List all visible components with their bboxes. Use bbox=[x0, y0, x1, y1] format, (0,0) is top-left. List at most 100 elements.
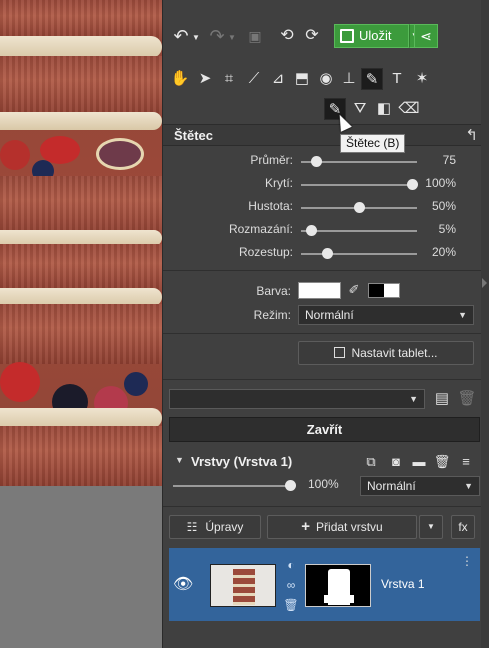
adjust-label: Úpravy bbox=[205, 520, 244, 534]
slider-label: Rozestup: bbox=[238, 245, 293, 259]
rotate-right-icon[interactable]: ⟳ bbox=[301, 24, 323, 48]
slider-label: Průměr: bbox=[250, 153, 293, 167]
save-label: Uložit bbox=[359, 28, 392, 43]
duplicate-layer-icon[interactable]: ⧉ bbox=[362, 453, 380, 471]
mask-toggle-icon[interactable]: ◐ bbox=[283, 558, 299, 572]
save-preset-icon[interactable]: ▤ bbox=[431, 388, 453, 410]
delete-layer-icon[interactable]: 🗑 bbox=[433, 453, 451, 471]
eye-icon[interactable]: 👁 bbox=[173, 574, 193, 594]
reset-icon[interactable]: ↰ bbox=[465, 126, 478, 144]
slider-knob[interactable] bbox=[311, 156, 323, 167]
redo-dropdown-icon[interactable]: ▼ bbox=[227, 26, 237, 50]
blend-mode-value: Normální bbox=[305, 308, 354, 322]
slider-track[interactable] bbox=[301, 184, 417, 186]
layer-blend-select[interactable]: Normální ▼ bbox=[360, 476, 480, 496]
slider-row: Hustota: 50% bbox=[163, 196, 489, 218]
add-layer-label: Přidat vrstvu bbox=[316, 520, 383, 534]
add-layer-button[interactable]: + Přidat vrstvu bbox=[267, 515, 417, 539]
color-swatch[interactable] bbox=[298, 282, 341, 299]
resize-icon[interactable]: ⬒ bbox=[291, 68, 313, 90]
mask-thumbnail bbox=[305, 564, 371, 607]
divider bbox=[163, 333, 489, 334]
more-icon[interactable]: ⋮ bbox=[459, 554, 475, 568]
delete-mask-icon[interactable]: 🗑 bbox=[283, 598, 299, 612]
close-button[interactable]: Zavřít bbox=[169, 417, 480, 442]
slider-value: 50% bbox=[431, 199, 456, 213]
delete-preset-icon[interactable]: 🗑 bbox=[456, 388, 478, 410]
tablet-settings-button[interactable]: Nastavit tablet... bbox=[298, 341, 474, 365]
menu-icon[interactable]: ≡ bbox=[457, 453, 475, 471]
undo-dropdown-icon[interactable]: ▼ bbox=[191, 26, 201, 50]
tooltip: Štětec (B) bbox=[340, 134, 406, 153]
mode-label: Režim: bbox=[253, 308, 291, 322]
tool-row-primary: ✋ ➤ ⌗ ⟋ ⊿ ⬒ ◉ ⊥ ✎ T ✶ bbox=[163, 68, 489, 94]
undo-icon[interactable]: ↶ bbox=[171, 24, 191, 48]
image-history-icon[interactable]: ▣ bbox=[245, 24, 265, 48]
brush-section-header: Štětec ↰ bbox=[163, 124, 489, 146]
floppy-icon bbox=[340, 29, 354, 43]
layers-header: ▼ Vrstvy (Vrstva 1) ⧉ ◙ ▬ 🗑 ≡ bbox=[163, 450, 489, 474]
gradient-icon[interactable]: ◧ bbox=[373, 98, 395, 120]
slider-knob[interactable] bbox=[306, 225, 318, 236]
photo-image bbox=[0, 0, 162, 486]
pointer-icon[interactable]: ➤ bbox=[194, 68, 216, 90]
layers-title: Vrstvy (Vrstva 1) bbox=[191, 454, 293, 469]
slider-label: Krytí: bbox=[264, 176, 293, 190]
chevron-down-icon: ▼ bbox=[464, 481, 473, 491]
fill-bucket-icon[interactable]: ⛛ bbox=[349, 98, 371, 120]
expand-arrow-icon[interactable] bbox=[482, 278, 487, 288]
slider-value: 75 bbox=[442, 153, 456, 167]
panel-edge bbox=[481, 0, 489, 648]
save-button[interactable]: Uložit bbox=[334, 24, 409, 48]
tablet-icon bbox=[334, 347, 346, 358]
slider-track[interactable] bbox=[301, 230, 417, 232]
right-panel: ↶ ▼ ↷ ▼ ▣ ⟲ ⟳ Uložit ▼ ⋖ ✋ ➤ ⌗ ⟋ ⊿ ⬒ ◉ ⊥… bbox=[162, 0, 489, 648]
divider bbox=[163, 506, 489, 507]
slider-track[interactable] bbox=[301, 253, 417, 255]
eraser-icon[interactable]: ⌫ bbox=[398, 98, 420, 120]
adjust-icon: ☷ bbox=[186, 520, 198, 534]
link-icon[interactable]: ∞ bbox=[283, 578, 299, 592]
black-white-swatch[interactable] bbox=[368, 283, 400, 298]
slider-row: Rozestup: 20% bbox=[163, 242, 489, 264]
hand-icon[interactable]: ✋ bbox=[169, 68, 191, 90]
redo-icon[interactable]: ↷ bbox=[207, 24, 227, 48]
preset-select[interactable]: ▼ bbox=[169, 389, 425, 409]
eyedropper-icon[interactable]: ✐ bbox=[345, 281, 363, 299]
effects-icon[interactable]: ✶ bbox=[411, 68, 433, 90]
crop-icon[interactable]: ⌗ bbox=[218, 68, 240, 90]
tablet-settings-label: Nastavit tablet... bbox=[351, 346, 438, 360]
collapse-icon[interactable]: ▼ bbox=[175, 455, 184, 465]
divider bbox=[163, 270, 489, 271]
brush-tools-icon[interactable]: ✎ bbox=[361, 68, 383, 90]
slider-row: Rozmazání: 5% bbox=[163, 219, 489, 241]
slider-knob[interactable] bbox=[354, 202, 365, 213]
opacity-value: 100% bbox=[308, 477, 339, 491]
opacity-slider[interactable] bbox=[173, 485, 291, 487]
slider-knob[interactable] bbox=[321, 248, 333, 259]
color-label: Barva: bbox=[256, 284, 291, 298]
canvas-area[interactable] bbox=[0, 0, 162, 648]
text-icon[interactable]: T bbox=[386, 68, 408, 90]
folder-icon[interactable]: ▬ bbox=[410, 453, 428, 471]
red-eye-icon[interactable]: ◉ bbox=[315, 68, 337, 90]
mask-icon[interactable]: ◙ bbox=[387, 453, 405, 471]
perspective-icon[interactable]: ⊿ bbox=[267, 68, 289, 90]
adjust-button[interactable]: ☷ Úpravy bbox=[169, 515, 261, 539]
fx-button[interactable]: fx bbox=[451, 515, 475, 539]
blend-mode-select[interactable]: Normální ▼ bbox=[298, 305, 474, 325]
layer-blend-value: Normální bbox=[367, 479, 416, 493]
slider-label: Hustota: bbox=[248, 199, 293, 213]
clone-stamp-icon[interactable]: ⊥ bbox=[338, 68, 360, 90]
slider-knob[interactable] bbox=[407, 179, 419, 190]
layer-row[interactable]: 👁 ◐ ∞ 🗑 Vrstva 1 ⋮ bbox=[169, 548, 480, 621]
chevron-down-icon: ▼ bbox=[458, 310, 467, 320]
add-layer-dropdown[interactable]: ▼ bbox=[419, 515, 443, 539]
rotate-left-icon[interactable]: ⟲ bbox=[276, 24, 298, 48]
opacity-knob[interactable] bbox=[285, 480, 296, 491]
straighten-icon[interactable]: ⟋ bbox=[243, 68, 265, 90]
plus-icon: + bbox=[301, 518, 311, 535]
share-button[interactable]: ⋖ bbox=[414, 24, 438, 48]
share-icon: ⋖ bbox=[420, 28, 432, 44]
slider-value: 100% bbox=[425, 176, 456, 190]
